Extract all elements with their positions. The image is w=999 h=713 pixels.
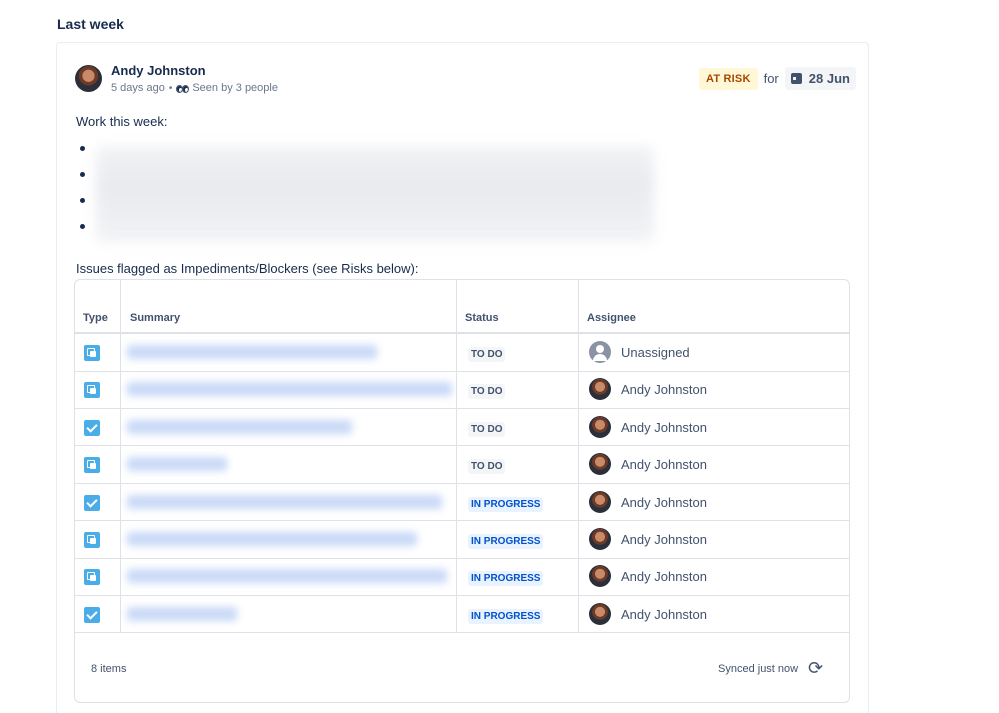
task-icon[interactable] [84, 419, 100, 436]
issues-table: Type Summary Status Assignee TO DO Unassi… [74, 279, 850, 703]
assignee-name[interactable]: Andy Johnston [621, 420, 707, 435]
status-lozenge: TO DO [468, 347, 506, 362]
update-status: AT RISK for 28 Jun [699, 67, 856, 90]
subtask-icon[interactable] [84, 569, 100, 586]
author-avatar[interactable] [75, 65, 102, 92]
assignee-avatar [589, 453, 611, 476]
assignee-avatar [589, 415, 611, 438]
table-footer: 8 items Synced just now ⟳ [75, 633, 849, 702]
unassigned-avatar-icon [589, 341, 611, 363]
assignee-name[interactable]: Andy Johnston [621, 607, 707, 622]
calendar-icon [790, 73, 802, 84]
column-header-summary[interactable]: Summary [130, 312, 180, 324]
section-heading: Last week [57, 16, 124, 32]
status-lozenge: TO DO [468, 459, 506, 475]
table-row[interactable]: IN PROGRESS Andy Johnston [75, 484, 849, 522]
assignee-name[interactable]: Andy Johnston [621, 569, 707, 584]
issue-summary-link[interactable] [127, 569, 447, 584]
assignee-avatar [589, 528, 611, 550]
assignee-avatar [589, 490, 611, 513]
assignee-name[interactable]: Unassigned [621, 345, 690, 360]
assignee-avatar [589, 565, 611, 588]
list-bullet [80, 146, 85, 151]
issue-summary-link[interactable] [127, 382, 452, 397]
target-date-label: 28 Jun [808, 71, 850, 86]
table-row[interactable]: TO DO Andy Johnston [75, 446, 849, 484]
subtask-icon[interactable] [84, 382, 100, 399]
for-label: for [763, 71, 779, 86]
table-header: Type Summary Status Assignee [75, 280, 849, 334]
column-header-type[interactable]: Type [83, 312, 108, 324]
issues-label: Issues flagged as Impediments/Blockers (… [76, 261, 419, 276]
list-bullet [80, 224, 85, 229]
status-lozenge: TO DO [468, 421, 506, 437]
status-badge: AT RISK [699, 67, 758, 90]
status-lozenge: IN PROGRESS [468, 496, 544, 512]
issue-summary-link[interactable] [127, 345, 377, 359]
table-row[interactable]: TO DO Andy Johnston [75, 371, 849, 409]
table-row[interactable]: IN PROGRESS Andy Johnston [75, 596, 849, 634]
issue-summary-link[interactable] [127, 494, 442, 509]
issue-summary-link[interactable] [127, 532, 417, 546]
assignee-name[interactable]: Andy Johnston [621, 457, 707, 472]
table-row[interactable]: TO DO Unassigned [75, 334, 849, 372]
work-label: Work this week: [76, 114, 168, 129]
time-ago[interactable]: 5 days ago [111, 82, 165, 94]
list-bullet [80, 172, 85, 177]
assignee-avatar [589, 378, 611, 401]
task-icon[interactable] [84, 494, 100, 511]
eyes-icon [176, 84, 190, 93]
table-row[interactable]: TO DO Andy Johnston [75, 409, 849, 447]
status-lozenge: TO DO [468, 384, 506, 400]
column-header-status[interactable]: Status [465, 312, 499, 324]
list-bullet [80, 198, 85, 203]
subtask-icon[interactable] [84, 532, 100, 548]
status-lozenge: IN PROGRESS [468, 608, 544, 624]
work-bullet-list [80, 146, 85, 250]
seen-by[interactable]: Seen by 3 people [192, 82, 278, 94]
issue-summary-link[interactable] [127, 419, 352, 434]
task-icon[interactable] [84, 606, 100, 623]
assignee-name[interactable]: Andy Johnston [621, 532, 707, 547]
issue-summary-link[interactable] [127, 606, 237, 621]
status-lozenge: IN PROGRESS [468, 571, 544, 587]
table-row[interactable]: IN PROGRESS Andy Johnston [75, 521, 849, 559]
item-count: 8 items [91, 663, 127, 675]
issue-summary-link[interactable] [127, 457, 227, 472]
author-name[interactable]: Andy Johnston [111, 63, 206, 78]
sync-status: Synced just now [718, 663, 799, 675]
subtask-icon[interactable] [84, 345, 100, 361]
assignee-name[interactable]: Andy Johnston [621, 382, 707, 397]
column-header-assignee[interactable]: Assignee [587, 312, 636, 324]
meta-separator: • [168, 82, 173, 94]
status-lozenge: IN PROGRESS [468, 534, 544, 549]
refresh-icon[interactable]: ⟳ [808, 659, 826, 677]
assignee-name[interactable]: Andy Johnston [621, 495, 707, 510]
subtask-icon[interactable] [84, 457, 100, 474]
table-row[interactable]: IN PROGRESS Andy Johnston [75, 558, 849, 596]
assignee-avatar [589, 602, 611, 625]
target-date[interactable]: 28 Jun [784, 67, 856, 90]
update-meta: 5 days ago • Seen by 3 people [111, 82, 278, 94]
redacted-work-items [96, 146, 654, 242]
